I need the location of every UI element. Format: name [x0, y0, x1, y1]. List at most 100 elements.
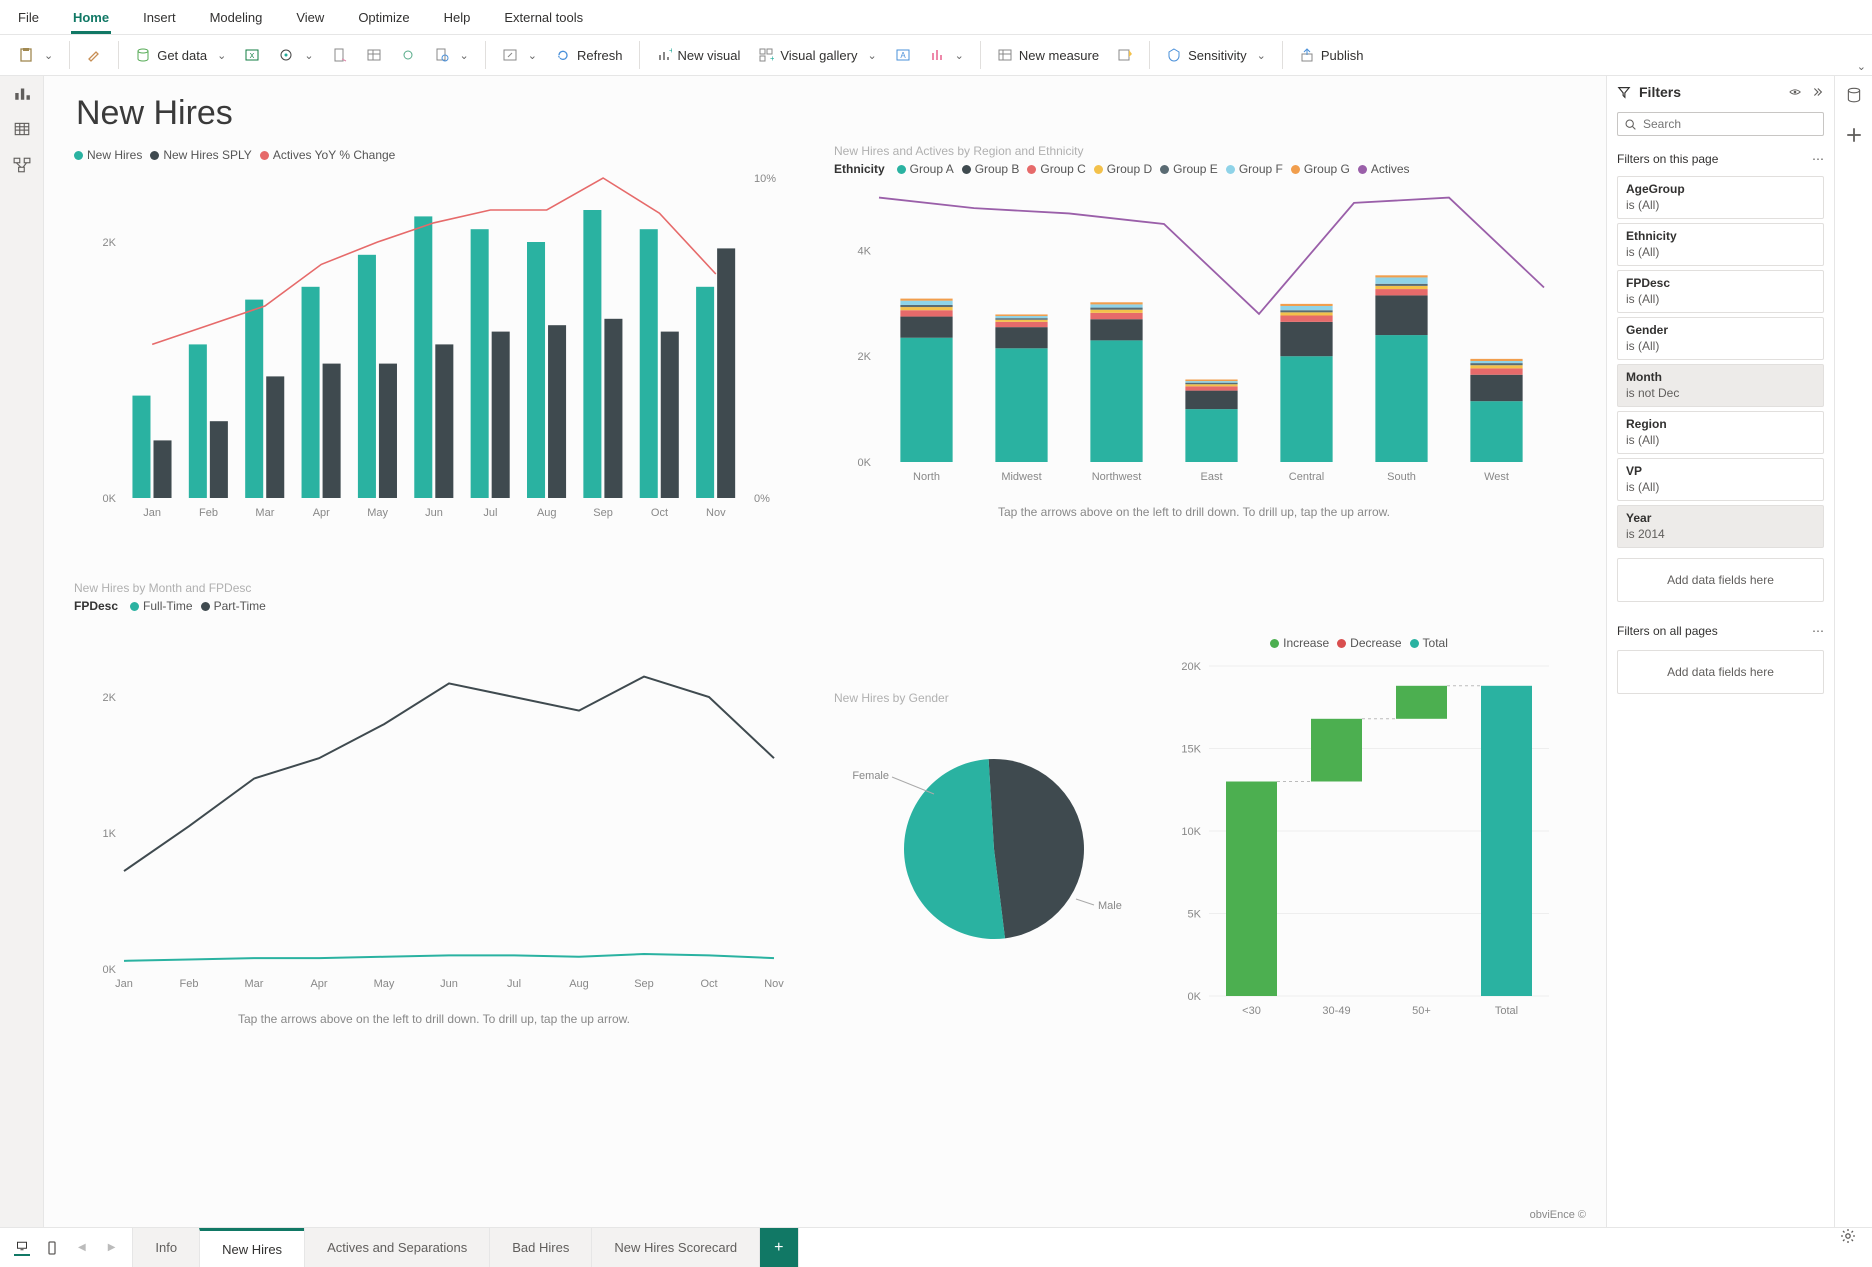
chart-gender-pie[interactable]: New Hires by Gender FemaleMale: [834, 691, 1154, 974]
filter-card[interactable]: Genderis (All): [1617, 317, 1824, 360]
add-filter-all-drop[interactable]: Add data fields here: [1617, 650, 1824, 694]
svg-text:Jul: Jul: [483, 507, 497, 519]
sensitivity-button[interactable]: Sensitivity: [1158, 43, 1274, 67]
mobile-layout-icon[interactable]: [44, 1240, 60, 1256]
chart-new-hires-by-month[interactable]: New HiresNew Hires SPLYActives YoY % Cha…: [74, 148, 794, 533]
page-tab-bad-hires[interactable]: Bad Hires: [489, 1228, 592, 1267]
enter-data-button[interactable]: [358, 43, 390, 67]
page-tab-actives[interactable]: Actives and Separations: [304, 1228, 490, 1267]
page-next-icon[interactable]: ▶: [104, 1242, 120, 1253]
add-filter-drop[interactable]: Add data fields here: [1617, 558, 1824, 602]
more-visuals-button[interactable]: [921, 43, 972, 67]
ribbon-tab-view[interactable]: View: [294, 6, 326, 34]
data-hub-button[interactable]: [270, 43, 321, 67]
filter-search[interactable]: [1617, 112, 1824, 136]
filter-search-input[interactable]: [1643, 117, 1817, 131]
legend-item: New Hires SPLY: [150, 148, 251, 162]
get-data-label: Get data: [157, 48, 207, 63]
new-measure-button[interactable]: New measure: [989, 43, 1107, 67]
clipboard-icon: [18, 47, 34, 63]
add-page-button[interactable]: +: [759, 1228, 798, 1267]
filter-value: is (All): [1626, 433, 1815, 447]
filter-card[interactable]: FPDescis (All): [1617, 270, 1824, 313]
svg-text:Jan: Jan: [115, 978, 133, 990]
svg-text:+: +: [669, 47, 672, 55]
recent-sources-button[interactable]: [426, 43, 477, 67]
svg-text:Nov: Nov: [706, 507, 726, 519]
transform-data-button[interactable]: [494, 43, 545, 67]
new-visual-label: New visual: [678, 48, 741, 63]
chart-fpdesc[interactable]: New Hires by Month and FPDesc FPDescFull…: [74, 581, 794, 1026]
refresh-button[interactable]: Refresh: [547, 43, 631, 67]
svg-text:15K: 15K: [1181, 744, 1201, 756]
legend-item: Part-Time: [201, 599, 266, 613]
report-view-icon[interactable]: [13, 84, 31, 102]
ribbon-collapse-button[interactable]: ⌄: [1857, 60, 1866, 73]
report-canvas[interactable]: New Hires New HiresNew Hires SPLYActives…: [44, 76, 1606, 1227]
svg-text:X: X: [250, 53, 255, 60]
svg-text:0K: 0K: [1188, 991, 1202, 1003]
publish-button[interactable]: Publish: [1291, 43, 1372, 67]
visual-gallery-button[interactable]: +Visual gallery: [750, 43, 884, 67]
page-tab-scorecard[interactable]: New Hires Scorecard: [591, 1228, 760, 1267]
ribbon-tab-file[interactable]: File: [16, 6, 41, 34]
desktop-layout-icon[interactable]: [14, 1240, 30, 1256]
data-pane-icon[interactable]: [1845, 86, 1863, 104]
filter-card[interactable]: VPis (All): [1617, 458, 1824, 501]
filter-card[interactable]: Regionis (All): [1617, 411, 1824, 454]
svg-text:Oct: Oct: [700, 978, 717, 990]
ribbon-tab-external-tools[interactable]: External tools: [502, 6, 585, 34]
filter-card[interactable]: Monthis not Dec: [1617, 364, 1824, 407]
svg-text:Jun: Jun: [440, 978, 458, 990]
chart-waterfall[interactable]: IncreaseDecreaseTotal 0K5K10K15K20K<3030…: [1159, 636, 1559, 1031]
filter-card[interactable]: AgeGroupis (All): [1617, 176, 1824, 219]
settings-gear-icon[interactable]: [1824, 1228, 1872, 1267]
data-view-icon[interactable]: [13, 120, 31, 138]
ribbon-tab-insert[interactable]: Insert: [141, 6, 178, 34]
quick-measure-button[interactable]: [1109, 43, 1141, 67]
add-pane-icon[interactable]: [1845, 126, 1863, 144]
excel-button[interactable]: X: [236, 43, 268, 67]
filter-name: Ethnicity: [1626, 229, 1815, 243]
text-box-button[interactable]: A: [887, 43, 919, 67]
quick-measure-icon: [1117, 47, 1133, 63]
get-data-button[interactable]: Get data: [127, 43, 234, 67]
page-prev-icon[interactable]: ◀: [74, 1242, 90, 1253]
legend-item: Group B: [962, 162, 1020, 176]
filters-page-section: Filters on this page⋯: [1607, 146, 1834, 172]
svg-text:Jan: Jan: [143, 507, 161, 519]
refresh-icon: [555, 47, 571, 63]
report-title: New Hires: [76, 94, 1576, 133]
section-menu-icon[interactable]: ⋯: [1812, 624, 1824, 638]
format-painter-button[interactable]: [78, 43, 110, 67]
model-view-icon[interactable]: [13, 156, 31, 174]
filters-header: Filters: [1607, 76, 1834, 108]
drill-caption: Tap the arrows above on the left to dril…: [74, 1012, 794, 1026]
new-visual-button[interactable]: + New visual: [648, 43, 749, 67]
ribbon-tab-modeling[interactable]: Modeling: [208, 6, 265, 34]
svg-text:Feb: Feb: [199, 507, 218, 519]
dataverse-button[interactable]: [392, 43, 424, 67]
svg-text:10%: 10%: [754, 173, 776, 185]
ribbon-tab-home[interactable]: Home: [71, 6, 111, 34]
ribbon-tab-help[interactable]: Help: [442, 6, 473, 34]
svg-text:Apr: Apr: [313, 507, 330, 519]
svg-text:Sep: Sep: [593, 507, 613, 519]
chart-region-ethnicity[interactable]: New Hires and Actives by Region and Ethn…: [834, 144, 1554, 519]
svg-text:50+: 50+: [1412, 1005, 1431, 1017]
filter-card[interactable]: Yearis 2014: [1617, 505, 1824, 548]
ribbon-tab-optimize[interactable]: Optimize: [356, 6, 411, 34]
paste-button[interactable]: [10, 43, 61, 67]
section-menu-icon[interactable]: ⋯: [1812, 152, 1824, 166]
filter-card[interactable]: Ethnicityis (All): [1617, 223, 1824, 266]
svg-text:South: South: [1387, 471, 1416, 483]
page-tab-info[interactable]: Info: [132, 1228, 200, 1267]
svg-text:2K: 2K: [858, 351, 872, 363]
eye-icon[interactable]: [1788, 85, 1802, 99]
new-measure-label: New measure: [1019, 48, 1099, 63]
collapse-icon[interactable]: [1810, 85, 1824, 99]
sql-button[interactable]: [324, 43, 356, 67]
page-tab-new-hires[interactable]: New Hires: [199, 1228, 305, 1267]
excel-icon: X: [244, 47, 260, 63]
visual-gallery-label: Visual gallery: [780, 48, 857, 63]
